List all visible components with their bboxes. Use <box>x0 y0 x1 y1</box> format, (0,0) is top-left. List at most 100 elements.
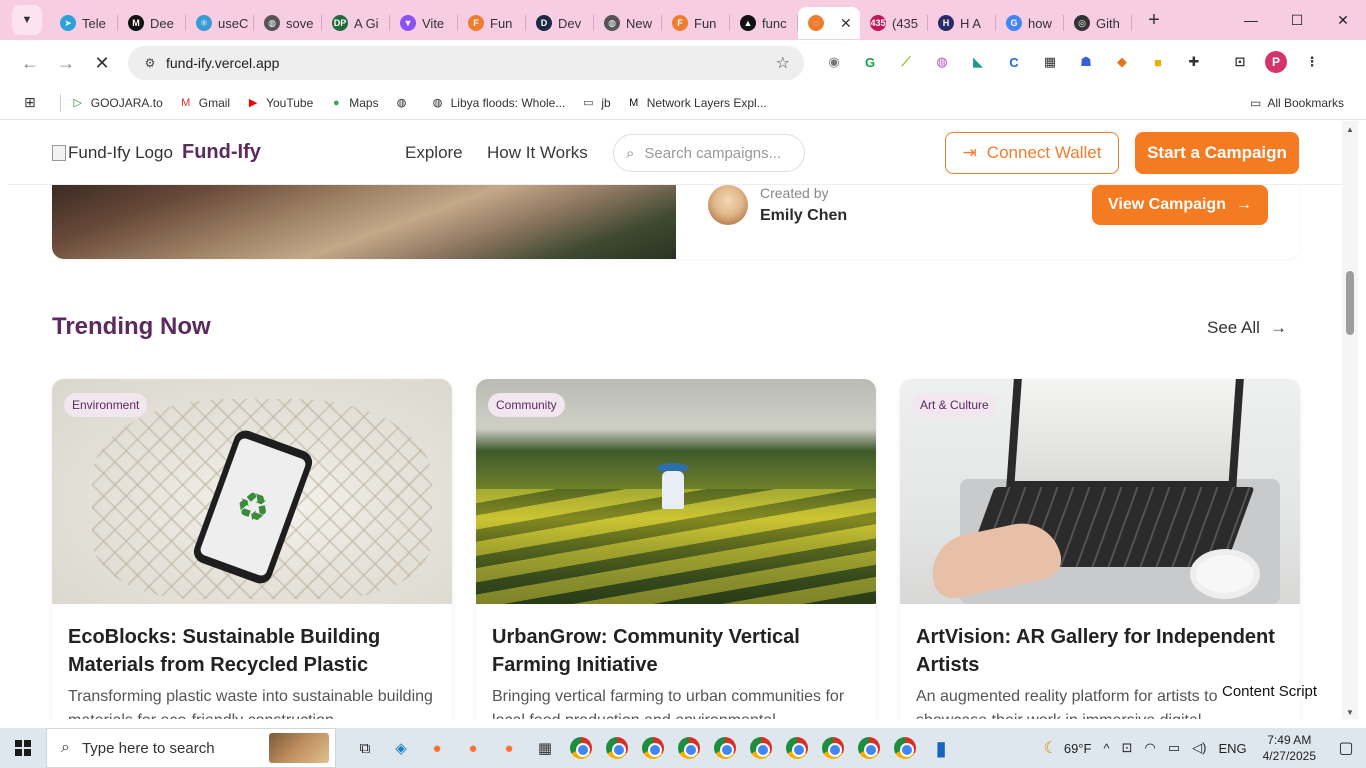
chrome-icon[interactable] <box>854 733 884 763</box>
bookmark-star-icon[interactable]: ☆ <box>776 53 790 73</box>
brand-name[interactable]: Fund-Ify <box>182 141 261 164</box>
browser-tab[interactable]: F Fun <box>458 7 526 39</box>
address-bar[interactable]: ⚙ fund-ify.vercel.app ☆ <box>128 46 804 80</box>
browser-tab[interactable]: DP A Gi <box>322 7 390 39</box>
chrome-icon[interactable] <box>602 733 632 763</box>
chrome-icon[interactable] <box>710 733 740 763</box>
see-all-link[interactable]: See All → <box>1207 318 1287 338</box>
chrome-icon[interactable] <box>890 733 920 763</box>
browser-tab[interactable]: D Dev <box>526 7 594 39</box>
globe-extension-icon[interactable]: ◍ <box>928 48 956 76</box>
firefox-icon[interactable]: ● <box>494 733 524 763</box>
app-window-icon[interactable]: ▮ <box>926 733 956 763</box>
c-extension-icon[interactable]: C <box>1000 48 1028 76</box>
back-button[interactable]: ← <box>12 45 48 81</box>
qr-icon[interactable]: ▦ <box>1036 48 1064 76</box>
campaign-title[interactable]: ArtVision: AR Gallery for Independent Ar… <box>916 623 1286 679</box>
tab-close-icon[interactable]: ✕ <box>840 15 852 32</box>
scroll-thumb[interactable] <box>1346 271 1354 335</box>
stop-button[interactable]: ✕ <box>84 45 120 81</box>
media-player-icon[interactable]: ▦ <box>530 733 560 763</box>
chrome-icon[interactable] <box>818 733 848 763</box>
browser-tab[interactable]: HH A <box>928 7 996 39</box>
logo-link[interactable]: Fund-Ify Logo <box>52 143 173 163</box>
connect-wallet-button[interactable]: ⇥ Connect Wallet <box>945 132 1119 174</box>
volume-icon[interactable]: ◁) <box>1192 740 1206 756</box>
campaign-card[interactable]: ♻ Environment EcoBlocks: Sustainable Bui… <box>52 379 452 719</box>
weather-widget[interactable]: ☾ 69°F <box>1044 738 1092 758</box>
browser-tab[interactable]: ◍ sove <box>254 7 322 39</box>
new-tab-button[interactable]: + <box>1140 6 1168 34</box>
browser-tab[interactable]: ➤ Tele <box>50 7 118 39</box>
bookmark-item[interactable]: ▶ YouTube <box>246 96 313 110</box>
search-input[interactable] <box>644 144 785 162</box>
task-view-icon[interactable]: ⧉ <box>350 733 380 763</box>
extensions-puzzle-icon[interactable]: ✚ <box>1180 48 1208 76</box>
wifi-icon[interactable]: ◠ <box>1144 740 1155 756</box>
copilot-icon[interactable]: ◈ <box>386 733 416 763</box>
page-scrollbar[interactable]: ▲ ▼ <box>1342 121 1358 719</box>
view-campaign-button[interactable]: View Campaign → <box>1092 185 1268 225</box>
bookmark-item[interactable]: ◍ Libya floods: Whole... <box>431 96 566 110</box>
campaign-card[interactable]: Community UrbanGrow: Community Vertical … <box>476 379 876 719</box>
robot-extension-icon[interactable]: ☗ <box>1072 48 1100 76</box>
chrome-icon[interactable] <box>566 733 596 763</box>
puzzle-extension-icon[interactable]: ◣ <box>964 48 992 76</box>
browser-tab[interactable]: ▲ func <box>730 7 798 39</box>
leaf-extension-icon[interactable]: ⟋ <box>892 48 920 76</box>
browser-tab[interactable]: ◍ New <box>594 7 662 39</box>
bookmark-item[interactable]: ◍ <box>395 96 415 110</box>
yellow-extension-icon[interactable]: ■ <box>1144 48 1172 76</box>
browser-tab[interactable]: ⚛ useC <box>186 7 254 39</box>
language-indicator[interactable]: ENG <box>1218 741 1246 756</box>
scroll-up-icon[interactable]: ▲ <box>1346 125 1354 134</box>
browser-tab[interactable]: M Dee <box>118 7 186 39</box>
bookmark-item[interactable]: ▷ GOOJARA.to <box>71 96 163 110</box>
campaign-title[interactable]: EcoBlocks: Sustainable Building Material… <box>68 623 438 679</box>
taskbar-clock[interactable]: 7:49 AM 4/27/2025 <box>1263 732 1316 764</box>
battery-icon[interactable]: ▭ <box>1168 740 1180 756</box>
maximize-button[interactable]: ☐ <box>1274 0 1320 40</box>
bookmark-item[interactable]: M Network Layers Expl... <box>627 96 767 110</box>
campaign-card[interactable]: Art & Culture ArtVision: AR Gallery for … <box>900 379 1300 719</box>
chrome-icon[interactable] <box>746 733 776 763</box>
firefox-icon[interactable]: ● <box>422 733 452 763</box>
apps-grid-icon[interactable]: ⊞ <box>24 94 36 111</box>
nav-how-it-works[interactable]: How It Works <box>487 143 588 163</box>
browser-tab[interactable]: Ghow <box>996 7 1064 39</box>
browser-tab[interactable]: ▼ Vite <box>390 7 458 39</box>
browser-tab[interactable]: 435 (435 <box>860 7 928 39</box>
start-button[interactable] <box>0 728 46 768</box>
screen-capture-icon[interactable]: ⊡ <box>1226 48 1254 76</box>
chrome-icon[interactable] <box>674 733 704 763</box>
nav-explore[interactable]: Explore <box>405 143 463 163</box>
browser-tab[interactable]: F Fun <box>662 7 730 39</box>
close-window-button[interactable]: ✕ <box>1320 0 1366 40</box>
all-bookmarks-button[interactable]: ▭ All Bookmarks <box>1250 96 1344 110</box>
site-info-icon[interactable]: ⚙ <box>140 53 160 73</box>
url-text[interactable]: fund-ify.vercel.app <box>166 55 279 71</box>
metamask-icon[interactable]: ◆ <box>1108 48 1136 76</box>
minimize-button[interactable]: — <box>1228 0 1274 40</box>
firefox-icon[interactable]: ● <box>458 733 488 763</box>
bookmark-item[interactable]: ▭ jb <box>581 96 611 110</box>
grammarly-icon[interactable]: G <box>856 48 884 76</box>
tab-search-button[interactable]: ▼ <box>12 5 42 35</box>
camera-icon[interactable]: ◉ <box>820 48 848 76</box>
bookmark-item[interactable]: ● Maps <box>329 96 379 110</box>
browser-tab[interactable]: ◎ Gith <box>1064 7 1132 39</box>
start-campaign-button[interactable]: Start a Campaign <box>1135 132 1299 174</box>
show-hidden-icons[interactable]: ^ <box>1103 741 1109 756</box>
browser-tab[interactable]: ◌ ✕ <box>798 7 860 39</box>
bookmark-item[interactable]: M Gmail <box>179 96 230 110</box>
taskbar-search[interactable]: ⌕ Type here to search <box>46 728 336 768</box>
chrome-icon[interactable] <box>638 733 668 763</box>
profile-button[interactable]: P <box>1262 48 1290 76</box>
scroll-down-icon[interactable]: ▼ <box>1346 708 1354 717</box>
network-device-icon[interactable]: ⊡ <box>1122 740 1133 756</box>
chrome-icon[interactable] <box>782 733 812 763</box>
notifications-icon[interactable]: ▢ <box>1326 728 1366 768</box>
menu-kebab-icon[interactable]: ⋮ <box>1298 48 1326 76</box>
forward-button[interactable]: → <box>48 45 84 81</box>
campaign-title[interactable]: UrbanGrow: Community Vertical Farming In… <box>492 623 862 679</box>
